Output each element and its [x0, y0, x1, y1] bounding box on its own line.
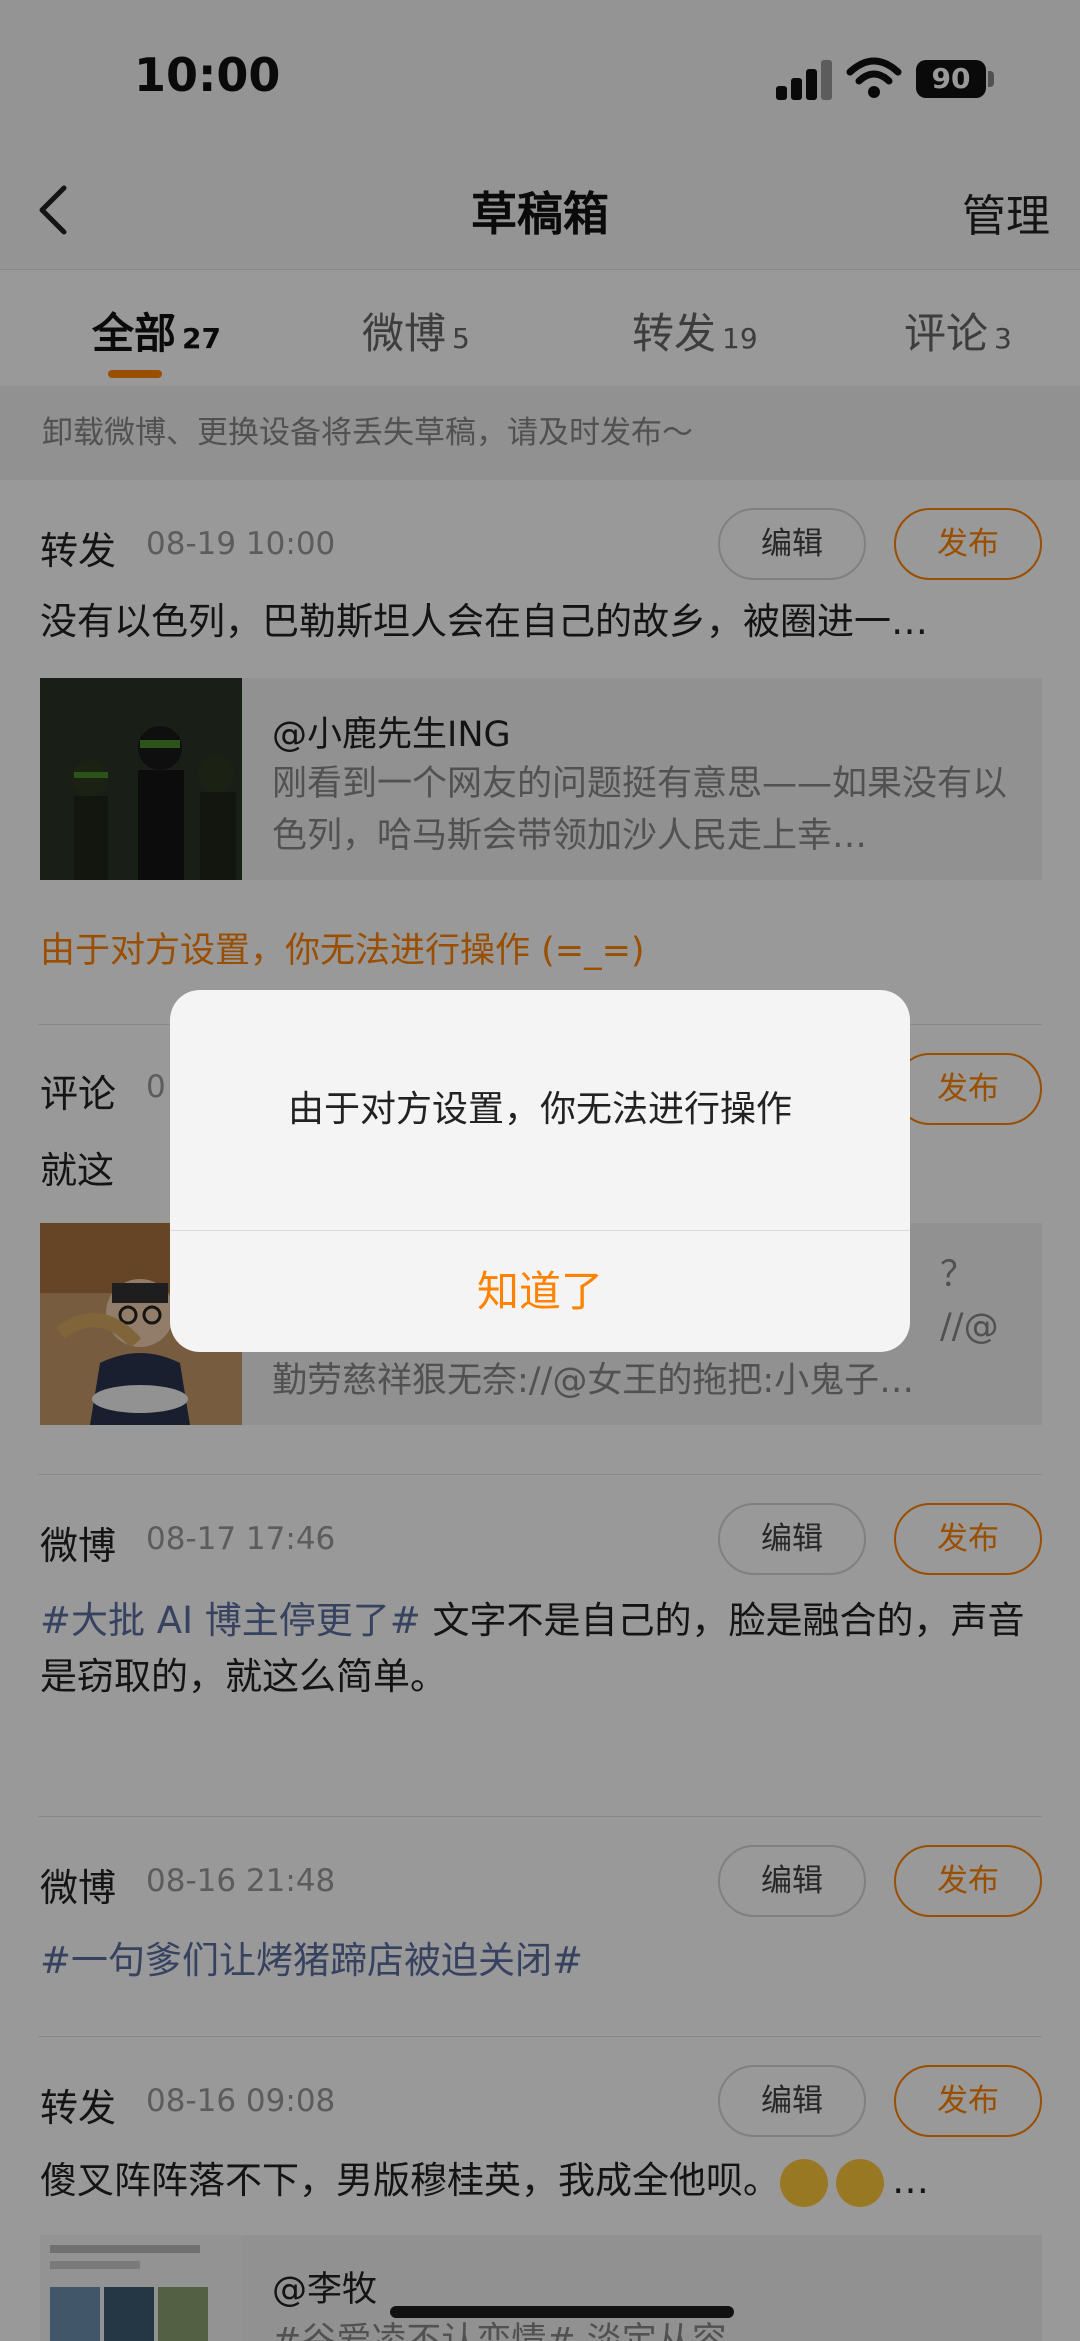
alert-dialog: 由于对方设置，你无法进行操作 知道了 [170, 990, 910, 1352]
acknowledge-button[interactable]: 知道了 [170, 1231, 910, 1352]
home-indicator[interactable] [390, 2306, 734, 2318]
alert-message: 由于对方设置，你无法进行操作 [287, 1089, 792, 1130]
